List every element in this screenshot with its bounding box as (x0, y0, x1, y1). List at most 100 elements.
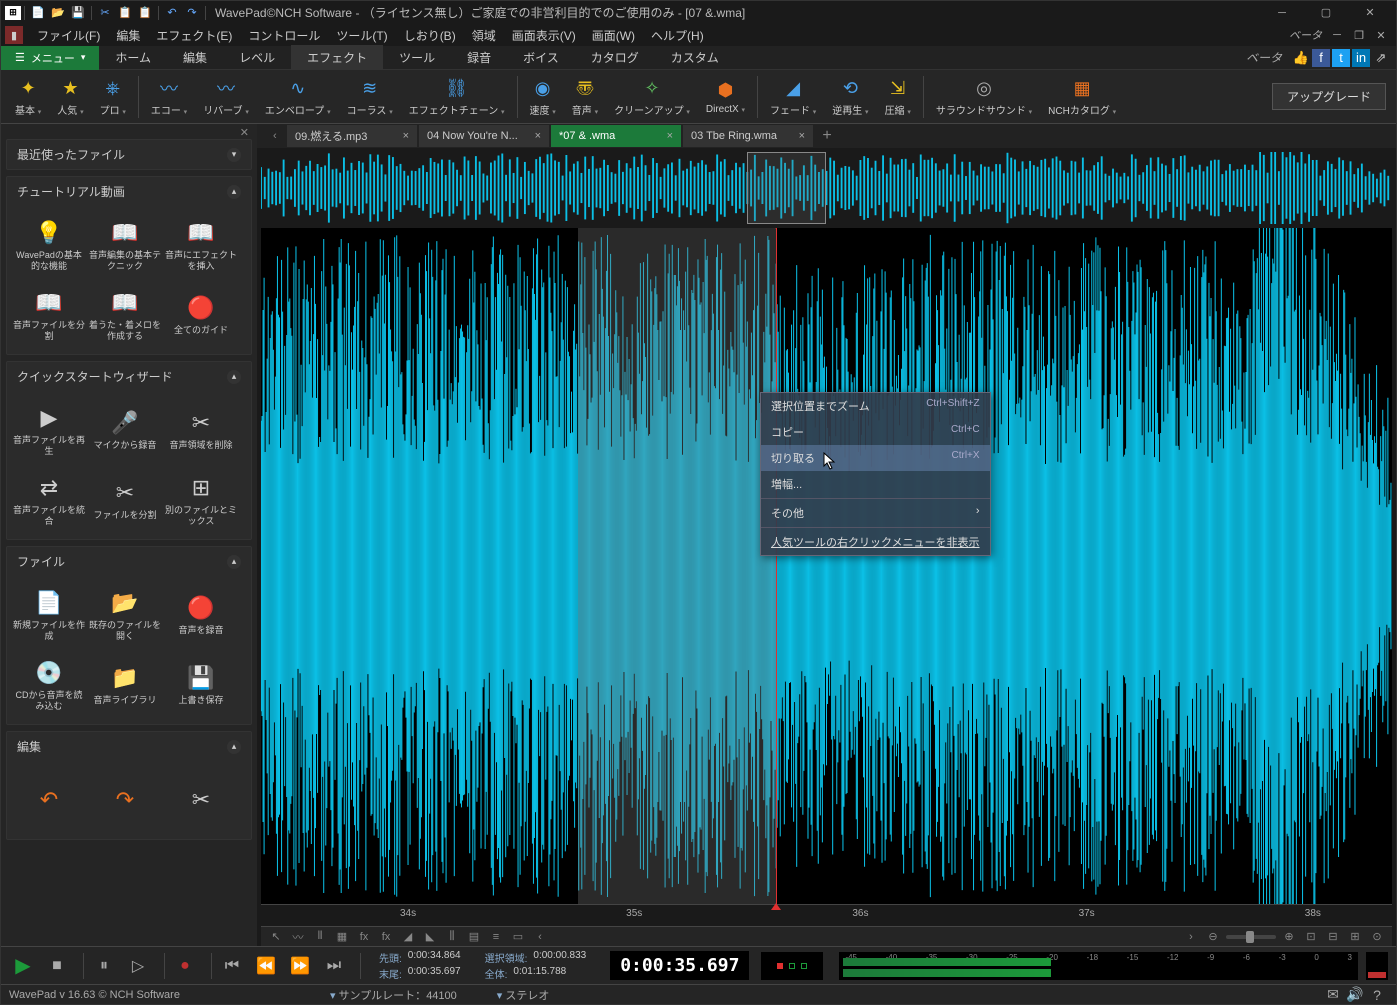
eq-icon[interactable]: ⫼ (443, 929, 461, 945)
ctx-item[interactable]: 選択位置までズームCtrl+Shift+Z (761, 393, 990, 419)
menu-help[interactable]: ヘルプ(H) (643, 25, 712, 46)
lines-icon[interactable]: ≡ (487, 929, 505, 945)
tile-別のファイルとミックス[interactable]: ⊞別のファイルとミックス (165, 467, 237, 533)
minimize-button[interactable]: ─ (1260, 1, 1304, 24)
ribbon-menu-dropdown[interactable]: メニュー (1, 46, 99, 70)
tile-WavePadの基本的な機能[interactable]: 💡WavePadの基本的な機能 (13, 212, 85, 278)
fx2-icon[interactable]: fx (377, 929, 395, 945)
overview-viewport[interactable] (747, 152, 826, 224)
tool-人気[interactable]: ★人気 ▾ (49, 72, 91, 122)
zoom-slider[interactable] (1226, 935, 1276, 939)
tool-サラウンドサウンド[interactable]: ◎サラウンドサウンド ▾ (928, 72, 1040, 122)
play-button[interactable]: ▶ (9, 952, 37, 980)
copy-icon[interactable]: 📋 (115, 3, 135, 23)
file-tab[interactable]: 03 Tbe Ring.wma× (683, 125, 813, 147)
tool-フェード[interactable]: ◢フェード ▾ (762, 72, 824, 122)
inner-restore-button[interactable]: ❐ (1348, 26, 1370, 44)
tile-音声にエフェクトを挿入[interactable]: 📖音声にエフェクトを挿入 (165, 212, 237, 278)
paste-icon[interactable]: 📋 (135, 3, 155, 23)
tab-effect[interactable]: エフェクト (291, 45, 383, 70)
tool-速度[interactable]: ◉速度 ▾ (522, 72, 564, 122)
tool-エコー[interactable]: 〰エコー ▾ (143, 72, 195, 122)
tool-圧縮[interactable]: ⇲圧縮 ▾ (877, 72, 919, 122)
tool-音声[interactable]: 〠音声 ▾ (564, 72, 606, 122)
next-icon[interactable]: › (1182, 929, 1200, 945)
rewind-button[interactable]: ⏪ (252, 952, 280, 980)
tool-エンベロープ[interactable]: ∿エンベロープ ▾ (257, 72, 339, 122)
menu-control[interactable]: コントロール (240, 25, 328, 46)
tool-逆再生[interactable]: ⟲逆再生 ▾ (824, 72, 876, 122)
prev-icon[interactable]: ‹ (531, 929, 549, 945)
go-start-button[interactable]: ⏮ (218, 952, 246, 980)
redo-icon[interactable]: ↷ (182, 3, 202, 23)
maximize-button[interactable]: ▢ (1304, 1, 1348, 24)
tile-CDから音声を読み込む[interactable]: 💿CDから音声を読み込む (13, 652, 85, 718)
tile-音声ファイルを統合[interactable]: ⇄音声ファイルを統合 (13, 467, 85, 533)
file-tab[interactable]: 09.燃える.mp3× (287, 125, 417, 147)
tile-音声ファイルを再生[interactable]: ▶音声ファイルを再生 (13, 397, 85, 463)
fx1-icon[interactable]: fx (355, 929, 373, 945)
overview-waveform[interactable] (261, 152, 1392, 224)
menu-edit[interactable]: 編集 (108, 25, 148, 46)
tile-cut[interactable]: ✂ (165, 767, 237, 833)
fade-out-icon[interactable]: ◣ (421, 929, 439, 945)
tab-edit[interactable]: 編集 (167, 45, 223, 70)
facebook-icon[interactable]: f (1312, 49, 1330, 67)
mail-icon[interactable]: ✉ (1322, 986, 1344, 1003)
linkedin-icon[interactable]: in (1352, 49, 1370, 67)
tabs-scroll-left-icon[interactable]: ‹ (273, 130, 287, 142)
stop-button[interactable]: ■ (43, 952, 71, 980)
playhead[interactable] (776, 228, 777, 904)
tool-クリーンアップ[interactable]: ✧クリーンアップ ▾ (606, 72, 698, 122)
zoom-sel-icon[interactable]: ⊟ (1324, 929, 1342, 945)
channel-selector[interactable] (761, 952, 823, 980)
tile-音声ファイルを分割[interactable]: 📖音声ファイルを分割 (13, 282, 85, 348)
tile-音声を録音[interactable]: 🔴音声を録音 (165, 582, 237, 648)
tile-ファイルを分割[interactable]: ✂ファイルを分割 (89, 467, 161, 533)
tab-tool[interactable]: ツール (383, 45, 451, 70)
tab-home[interactable]: ホーム (99, 45, 167, 70)
panel-file-head[interactable]: ファイル ▴ (7, 547, 251, 576)
close-tab-icon[interactable]: × (403, 130, 409, 142)
zoom-reset-icon[interactable]: ⊙ (1368, 929, 1386, 945)
upgrade-button[interactable]: アップグレード (1272, 83, 1386, 110)
save-icon[interactable]: 💾 (68, 3, 88, 23)
undo-icon[interactable]: ↶ (162, 3, 182, 23)
wave-bars-icon[interactable]: ⫴ (311, 929, 329, 945)
tool-NCHカタログ[interactable]: ▦NCHカタログ ▾ (1040, 72, 1124, 122)
menu-screen[interactable]: 画面(W) (584, 25, 643, 46)
tab-record[interactable]: 録音 (451, 45, 507, 70)
menu-view[interactable]: 画面表示(V) (504, 25, 584, 46)
close-tab-icon[interactable]: × (667, 130, 673, 142)
spectral-icon[interactable]: ▦ (333, 929, 351, 945)
tile-マイクから録音[interactable]: 🎤マイクから録音 (89, 397, 161, 463)
tab-custom[interactable]: カスタム (655, 45, 735, 70)
cursor-tool-icon[interactable]: ↖ (267, 929, 285, 945)
cut-icon[interactable]: ✂ (95, 3, 115, 23)
ctx-item[interactable]: コピーCtrl+C (761, 419, 990, 445)
tile-既存のファイルを開く[interactable]: 📂既存のファイルを開く (89, 582, 161, 648)
close-button[interactable]: ✕ (1348, 1, 1392, 24)
open-file-icon[interactable]: 📂 (48, 3, 68, 23)
file-tab[interactable]: 04 Now You're N...× (419, 125, 549, 147)
file-tab[interactable]: *07 & .wma× (551, 125, 681, 147)
tile-undo[interactable]: ↶ (13, 767, 85, 833)
close-tab-icon[interactable]: × (799, 130, 805, 142)
go-end-button[interactable]: ⏭ (320, 952, 348, 980)
panel-edit-head[interactable]: 編集 ▴ (7, 732, 251, 761)
tool-DirectX[interactable]: ⬢DirectX ▾ (698, 72, 753, 122)
inner-minimize-button[interactable]: ─ (1326, 26, 1348, 44)
tile-音声ライブラリ[interactable]: 📁音声ライブラリ (89, 652, 161, 718)
menu-file[interactable]: ファイル(F) (29, 25, 108, 46)
add-tab-button[interactable]: + (815, 127, 839, 145)
share-icon[interactable]: ⇗ (1372, 49, 1390, 67)
menu-effect[interactable]: エフェクト(E) (148, 25, 240, 46)
zoom-fit-icon[interactable]: ⊡ (1302, 929, 1320, 945)
zoom-in-icon[interactable]: ⊕ (1280, 929, 1298, 945)
waveform[interactable] (261, 228, 1392, 904)
tab-level[interactable]: レベル (223, 45, 291, 70)
play-sel-button[interactable]: ▷ (124, 952, 152, 980)
menu-bookmark[interactable]: しおり(B) (396, 25, 464, 46)
tile-上書き保存[interactable]: 💾上書き保存 (165, 652, 237, 718)
ctx-item[interactable]: 人気ツールの右クリックメニューを非表示 (761, 529, 990, 555)
